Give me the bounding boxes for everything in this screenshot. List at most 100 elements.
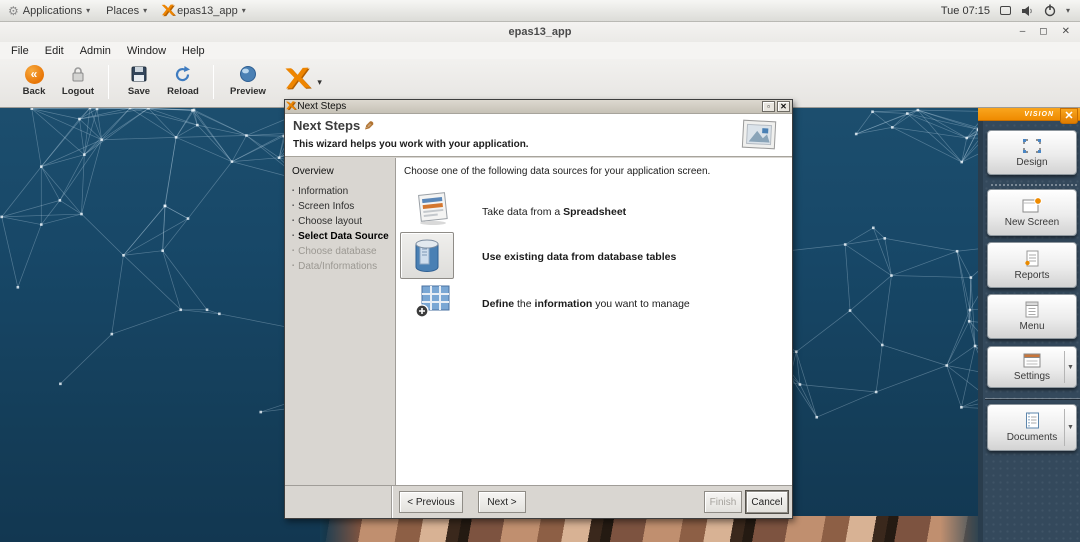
chevron-down-icon[interactable]: ▾ — [1066, 6, 1070, 15]
reports-icon — [1023, 250, 1041, 267]
save-button[interactable]: Save — [117, 63, 161, 97]
places-label: Places — [106, 5, 139, 17]
option-database-selected-box[interactable] — [400, 232, 454, 279]
applications-menu[interactable]: ⚙ Applications ▾ — [0, 0, 98, 21]
menu-window[interactable]: Window — [120, 44, 173, 58]
next-button[interactable]: Next > — [478, 491, 526, 513]
preview-icon — [238, 65, 258, 84]
reload-button[interactable]: Reload — [161, 63, 205, 97]
app-x-icon: X — [161, 3, 175, 19]
define-table-plus-icon[interactable] — [414, 284, 452, 318]
logout-label: Logout — [62, 86, 94, 97]
reload-label: Reload — [167, 86, 199, 97]
documents-icon — [1023, 412, 1041, 429]
reports-button[interactable]: Reports — [987, 242, 1077, 288]
design-label: Design — [1016, 157, 1047, 168]
logout-button[interactable]: Logout — [56, 63, 100, 97]
nav-header: Overview — [292, 166, 395, 177]
previous-button[interactable]: < Previous — [399, 491, 463, 513]
toolbar-separator — [108, 65, 109, 99]
dialog-title: Next Steps — [297, 101, 760, 112]
dialog-app-icon: X — [286, 101, 296, 112]
screen: ⚙ Applications ▾ Places ▾ X epas13_app ▾… — [0, 0, 1080, 542]
database-icon — [413, 238, 441, 274]
cancel-button[interactable]: Cancel — [746, 491, 788, 513]
dialog-main-pane: Choose one of the following data sources… — [396, 158, 792, 485]
logout-icon — [69, 65, 87, 84]
step-data-informations: Data/Informations — [292, 261, 395, 272]
menu-icon — [1023, 301, 1041, 318]
new-screen-label: New Screen — [1005, 217, 1059, 228]
settings-button[interactable]: Settings ▼ — [987, 346, 1077, 388]
toolbar-dropdown-caret[interactable]: ▾ — [317, 77, 322, 88]
dialog-heading: Next Steps✎ — [293, 118, 374, 133]
step-select-data-source[interactable]: Select Data Source — [292, 231, 395, 242]
chevron-down-icon: ▾ — [242, 6, 246, 15]
new-screen-button[interactable]: New Screen — [987, 189, 1077, 236]
dialog-header: Next Steps✎ This wizard helps you work w… — [285, 114, 792, 157]
back-label: Back — [23, 86, 46, 97]
chevron-down-icon: ▾ — [143, 6, 147, 15]
menu-file[interactable]: File — [4, 44, 36, 58]
menu-admin[interactable]: Admin — [73, 44, 118, 58]
menu-button[interactable]: Menu — [987, 294, 1077, 339]
sidebar-separator — [985, 398, 1080, 399]
places-menu[interactable]: Places ▾ — [98, 0, 155, 21]
preview-button[interactable]: Preview — [222, 63, 274, 97]
clock[interactable]: Tue 07:15 — [941, 5, 990, 17]
vision-title: VISION — [1024, 111, 1054, 118]
back-icon: « — [25, 65, 44, 84]
wallpaper-hand-photo — [320, 516, 980, 542]
preview-label: Preview — [230, 86, 266, 97]
close-button[interactable]: ✕ — [1062, 27, 1070, 37]
maximize-button[interactable]: ◻ — [1039, 27, 1047, 37]
dialog-close-button[interactable]: ✕ — [777, 101, 790, 112]
vision-close-button[interactable]: ✕ — [1060, 108, 1078, 124]
settings-label: Settings — [1014, 371, 1050, 382]
menu-edit[interactable]: Edit — [38, 44, 71, 58]
app-titlebar: epas13_app – ◻ ✕ — [0, 22, 1080, 42]
spreadsheet-icon[interactable] — [414, 190, 452, 226]
step-choose-database: Choose database — [292, 246, 395, 257]
app-menubar: File Edit Admin Window Help — [0, 42, 1080, 59]
reload-icon — [174, 65, 192, 84]
power-icon[interactable] — [1044, 4, 1056, 17]
volume-icon[interactable] — [1021, 5, 1034, 17]
documents-button[interactable]: Documents ▼ — [987, 404, 1077, 451]
design-button[interactable]: Design — [987, 130, 1077, 175]
step-choose-layout[interactable]: Choose layout — [292, 216, 395, 227]
display-icon[interactable] — [1000, 6, 1011, 15]
dialog-body: Overview Information Screen Infos Choose… — [285, 158, 792, 485]
app-indicator-menu[interactable]: X epas13_app ▾ — [155, 0, 254, 21]
top-panel: ⚙ Applications ▾ Places ▾ X epas13_app ▾… — [0, 0, 1080, 22]
new-screen-icon — [1022, 197, 1042, 214]
wizard-image-icon — [740, 119, 778, 151]
documents-label: Documents — [1007, 432, 1058, 443]
step-information[interactable]: Information — [292, 186, 395, 197]
minimize-button[interactable]: – — [1020, 27, 1026, 37]
wizard-steps-nav: Overview Information Screen Infos Choose… — [285, 158, 396, 485]
next-steps-dialog: X Next Steps ▫ ✕ Next Steps✎ This wizard… — [284, 99, 793, 519]
chevron-down-icon: ▾ — [86, 6, 90, 15]
applications-label: Applications — [23, 5, 82, 17]
toolbar-separator — [213, 65, 214, 99]
app-indicator-label: epas13_app — [177, 5, 238, 17]
documents-dropdown-caret[interactable]: ▼ — [1064, 409, 1076, 446]
menu-help[interactable]: Help — [175, 44, 212, 58]
dialog-subtitle: This wizard helps you work with your app… — [293, 139, 529, 150]
menu-label: Menu — [1019, 321, 1044, 332]
option-database-label[interactable]: Use existing data from database tables — [482, 251, 676, 263]
back-button[interactable]: « Back — [12, 63, 56, 97]
option-define-label[interactable]: Define the information you want to manag… — [482, 298, 690, 310]
settings-dropdown-caret[interactable]: ▼ — [1064, 351, 1076, 383]
dialog-titlebar[interactable]: X Next Steps ▫ ✕ — [285, 100, 792, 114]
sidebar-separator — [991, 184, 1077, 186]
dialog-maximize-button[interactable]: ▫ — [762, 101, 775, 112]
design-icon — [1022, 138, 1042, 154]
instruction-text: Choose one of the following data sources… — [404, 166, 710, 177]
app-logo-x-icon: X — [284, 65, 311, 95]
applications-icon: ⚙ — [8, 4, 19, 18]
option-spreadsheet-label[interactable]: Take data from a Spreadsheet — [482, 206, 626, 218]
step-screen-infos[interactable]: Screen Infos — [292, 201, 395, 212]
vision-palette: VISION ✕ Design New Screen — [978, 108, 1080, 542]
